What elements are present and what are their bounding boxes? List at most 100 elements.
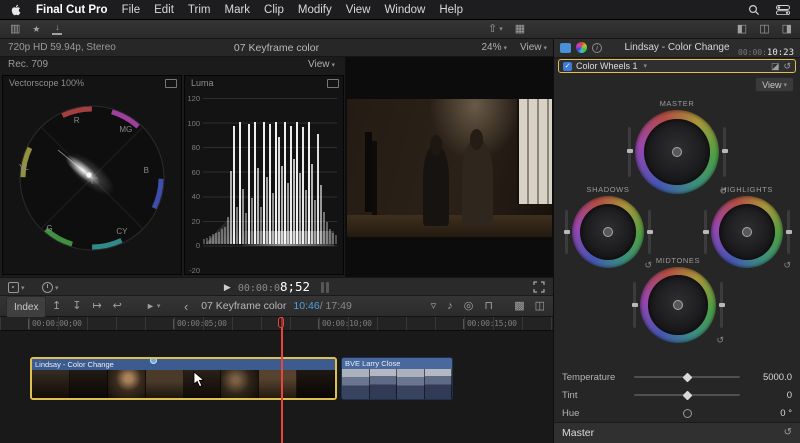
workspace-grid-icon[interactable]: ▦ [515, 24, 525, 35]
index-button[interactable]: Index [6, 296, 46, 318]
play-button[interactable]: ▶ [224, 283, 231, 292]
solo-icon[interactable]: ◎ [464, 301, 474, 312]
wheel-puck[interactable] [673, 300, 683, 310]
audio-skimming-icon[interactable]: ♪ [447, 301, 453, 312]
menu-clip[interactable]: Clip [264, 4, 284, 16]
import-media-icon[interactable]: ↓ [52, 23, 62, 35]
scopes-view-menu[interactable]: View▾ [308, 59, 335, 70]
shadows-color-wheel[interactable]: ↺ [572, 196, 644, 268]
video-scopes-pane: Rec. 709 View▾ Vectorscope 100% [0, 57, 346, 277]
highlights-color-wheel[interactable]: ↺ [711, 196, 783, 268]
timeline-back-button[interactable]: ‹ [184, 296, 188, 316]
midtones-color-wheel[interactable]: ↺ [640, 267, 716, 343]
inspector-toggle-icon[interactable]: ◨ [782, 24, 792, 35]
hue-dial-handle[interactable] [683, 409, 692, 418]
wheel-puck[interactable] [672, 147, 682, 157]
saturation-slider[interactable] [704, 210, 707, 253]
append-clip-icon[interactable]: ↦ [92, 301, 101, 312]
scope-display-icon[interactable] [327, 79, 339, 88]
brightness-slider[interactable] [787, 210, 790, 253]
luma-bar [242, 189, 244, 244]
timeline-tracks[interactable]: Lindsay - Color Change BVE Larry Close [0, 331, 553, 443]
compare-icon[interactable]: ◪ [771, 62, 780, 71]
menu-file[interactable]: File [122, 4, 141, 16]
chevron-down-icon: ▾ [499, 25, 503, 33]
audio-meters-icon[interactable] [321, 282, 329, 293]
luma-tick: 100 [185, 119, 200, 128]
brightness-slider[interactable] [723, 127, 726, 177]
correction-selector[interactable]: ✓ Color Wheels 1 ▾ ◪ ↺ [558, 59, 796, 73]
snapping-icon[interactable]: ⊓ [484, 301, 493, 312]
scope-display-icon[interactable] [165, 79, 177, 88]
temperature-slider[interactable] [634, 376, 740, 378]
overwrite-clip-icon[interactable]: ↩ [113, 301, 122, 312]
master-section-header[interactable]: Master ↺ [554, 422, 800, 443]
playhead[interactable] [281, 317, 283, 443]
menu-view[interactable]: View [346, 4, 371, 16]
effects-browser-icon[interactable]: ▩ [514, 301, 524, 312]
search-icon[interactable] [748, 4, 760, 16]
menu-edit[interactable]: Edit [154, 4, 174, 16]
brightness-slider[interactable] [720, 282, 723, 328]
chevron-down-icon: ▾ [543, 44, 547, 52]
menu-trim[interactable]: Trim [188, 4, 211, 16]
correction-enabled-checkbox[interactable]: ✓ [563, 62, 572, 71]
slider-handle[interactable] [682, 390, 692, 400]
connect-clip-icon[interactable]: ↥ [52, 301, 61, 312]
master-color-wheel[interactable]: ↺ [635, 110, 719, 194]
timeline-ruler[interactable]: 00:00:00;00 00:00:05;00 00:00:10;00 00:0… [0, 317, 553, 331]
color-space-label: Rec. 709 [8, 59, 48, 70]
saturation-slider[interactable] [565, 210, 568, 253]
luma-tick: 0 [185, 241, 200, 250]
reset-master-icon[interactable]: ↺ [784, 428, 792, 438]
luma-bar [269, 124, 271, 244]
luma-label: Luma [191, 78, 214, 88]
insert-clip-icon[interactable]: ↧ [72, 301, 81, 312]
wheel-puck[interactable] [742, 227, 752, 237]
luma-bar [224, 227, 226, 244]
menu-modify[interactable]: Modify [298, 4, 332, 16]
browser-toggle-icon[interactable]: ◧ [737, 24, 747, 35]
luma-bar [287, 183, 289, 244]
clip-name: BVE Larry Close [342, 358, 452, 369]
timeline-toggle-icon[interactable]: ◫ [759, 24, 769, 35]
sidebar-toggle-icon[interactable]: ▥ [10, 24, 20, 35]
hue-dial[interactable] [634, 412, 740, 414]
control-center-icon[interactable] [776, 5, 790, 15]
viewer-view-menu[interactable]: View▾ [520, 42, 547, 53]
fullscreen-icon[interactable] [533, 281, 545, 293]
playhead-handle[interactable] [278, 317, 284, 328]
tint-slider[interactable] [634, 394, 740, 396]
reset-wheel-icon[interactable]: ↺ [783, 260, 791, 271]
brightness-slider[interactable] [648, 210, 651, 253]
keyframe-marker[interactable] [150, 357, 157, 364]
luma-bar [317, 134, 319, 243]
transitions-browser-icon[interactable]: ◫ [535, 301, 545, 312]
menu-help[interactable]: Help [439, 4, 463, 16]
luma-bar [320, 185, 322, 243]
saturation-slider[interactable] [628, 127, 631, 177]
inspector-view-menu[interactable]: View▾ [755, 77, 794, 92]
menu-mark[interactable]: Mark [224, 4, 250, 16]
tool-menu[interactable]: ► ▾ [146, 296, 160, 316]
video-floor [347, 215, 552, 237]
reset-correction-icon[interactable]: ↺ [783, 62, 791, 71]
tint-value[interactable]: 0 [748, 390, 792, 401]
timeline-clip-lindsay[interactable]: Lindsay - Color Change [30, 357, 337, 400]
app-menu-title[interactable]: Final Cut Pro [36, 4, 108, 16]
wheel-puck[interactable] [603, 227, 613, 237]
menu-window[interactable]: Window [384, 4, 425, 16]
share-button[interactable]: ⇧ ▾ [488, 24, 503, 35]
slider-handle[interactable] [682, 372, 692, 382]
reset-wheel-icon[interactable]: ↺ [716, 335, 724, 346]
viewer-zoom-menu[interactable]: 24%▾ [481, 42, 507, 53]
hue-value[interactable]: 0 ° [748, 408, 792, 419]
temperature-value[interactable]: 5000.0 [748, 372, 792, 383]
timeline-clip-bve-larry[interactable]: BVE Larry Close [341, 357, 453, 400]
titles-sidebar-icon[interactable]: ★ [32, 25, 40, 34]
skimming-icon[interactable]: ▿ [431, 301, 437, 312]
apple-menu[interactable] [10, 3, 22, 17]
master-section-label: Master [562, 427, 784, 439]
saturation-slider[interactable] [633, 282, 636, 328]
timeline-total-time: / 17:49 [320, 300, 352, 312]
